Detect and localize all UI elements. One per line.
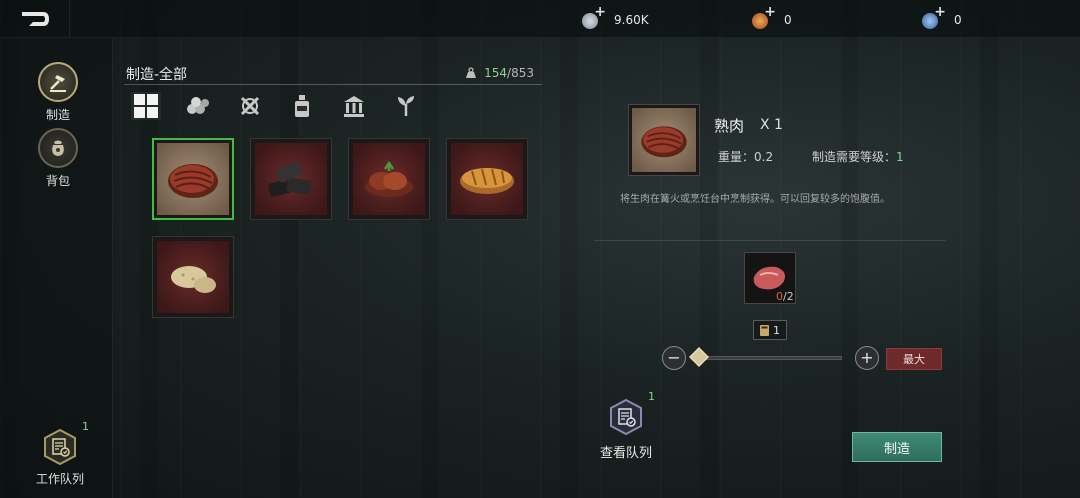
material-need: /2 — [783, 290, 794, 303]
weight-value: 0.2 — [754, 150, 774, 164]
gold-amount: 0 — [784, 13, 792, 27]
silver-amount: 9.60K — [614, 13, 649, 27]
gem-amount: 0 — [954, 13, 962, 27]
logs-icon — [187, 97, 209, 114]
selected-item-image — [628, 104, 700, 176]
calculator-icon — [760, 324, 769, 336]
work-queue-label: 工作队列 — [35, 472, 84, 486]
tab-materials[interactable] — [183, 92, 213, 120]
level-value: 1 — [896, 150, 904, 164]
tab-consumables[interactable] — [287, 92, 317, 120]
item-required-level: 制造需要等级：1 — [812, 148, 904, 165]
decrease-quantity-button[interactable]: − — [662, 346, 686, 370]
grilled-meat-icon — [353, 143, 425, 215]
material-count: 0/2 — [776, 290, 794, 303]
work-queue-badge: 1 — [82, 420, 89, 433]
tab-buildings[interactable] — [339, 92, 369, 120]
recipe-slot-grilled-meat[interactable] — [348, 138, 430, 220]
recipe-slot-potato[interactable] — [152, 236, 234, 318]
work-queue-button[interactable]: 1 工作队列 — [30, 420, 90, 487]
tab-special[interactable] — [391, 92, 421, 120]
max-quantity-button[interactable]: 最大 — [886, 348, 942, 370]
quantity-slider-thumb[interactable] — [689, 347, 709, 367]
item-weight: 重量：0.2 — [718, 148, 773, 165]
queue-list-icon: 1 — [607, 390, 655, 436]
left-sidebar: 制造 背包 1 工作队列 — [0, 38, 113, 498]
cooked-meat-icon — [632, 108, 696, 172]
view-queue-label: 查看队列 — [599, 446, 652, 461]
crafting-capacity: 154/853 — [464, 66, 534, 80]
item-description: 将生肉在篝火或烹饪台中烹制获得。可以回复较多的饱腹值。 — [620, 194, 890, 205]
capacity-current: 154 — [484, 66, 508, 80]
tab-all[interactable] — [131, 92, 161, 120]
quantity-display: 1 — [753, 320, 787, 340]
category-tabs — [131, 92, 421, 120]
increase-quantity-button[interactable]: + — [855, 346, 879, 370]
level-label: 制造需要等级： — [812, 150, 897, 164]
recipe-slot-cooked-meat[interactable] — [152, 138, 234, 220]
sidebar-item-backpack[interactable]: 背包 — [38, 128, 78, 189]
gold-medal-icon: + — [750, 4, 776, 31]
sidebar-item-crafting[interactable]: 制造 — [38, 62, 78, 123]
top-bar: + 9.60K + 0 + 0 — [0, 0, 1080, 38]
backpack-bag-icon — [38, 128, 78, 168]
back-button[interactable] — [0, 0, 70, 38]
tab-tools[interactable] — [235, 92, 265, 120]
bottle-icon — [295, 95, 309, 117]
plant-icon — [398, 96, 414, 116]
blue-gem-icon: + — [920, 4, 946, 31]
quantity-value: 1 — [773, 323, 780, 337]
sidebar-item-label: 制造 — [45, 108, 70, 122]
detail-divider — [594, 240, 946, 241]
item-name: 熟肉 — [714, 117, 745, 135]
charcoal-icon — [255, 143, 327, 215]
currency-gold[interactable]: + 0 — [750, 4, 792, 31]
quantity-slider-track[interactable] — [698, 356, 842, 360]
tools-icon — [240, 96, 260, 116]
recipe-slot-charcoal[interactable] — [250, 138, 332, 220]
material-have: 0 — [776, 290, 783, 303]
sidebar-item-label: 背包 — [45, 174, 70, 188]
potato-icon — [157, 241, 229, 313]
queue-badge: 1 — [648, 390, 655, 403]
crafting-title: 制造-全部 — [126, 67, 188, 83]
grid-all-icon — [134, 94, 158, 118]
recipe-slot-bread[interactable] — [446, 138, 528, 220]
weight-label: 重量： — [718, 150, 755, 164]
silver-coin-icon: + — [580, 4, 606, 31]
currency-silver[interactable]: + 9.60K — [580, 4, 649, 31]
title-divider — [124, 84, 542, 85]
crafting-hammer-icon — [38, 62, 78, 102]
capacity-total: 853 — [511, 66, 534, 80]
view-queue-button[interactable]: 1 查看队列 — [596, 390, 656, 461]
item-quantity: X 1 — [760, 117, 783, 133]
weight-icon — [466, 67, 477, 78]
back-arrow-icon — [21, 12, 49, 26]
cooked-meat-icon — [157, 143, 229, 215]
currency-gem[interactable]: + 0 — [920, 4, 962, 31]
building-icon — [344, 96, 364, 117]
queue-list-icon: 1 — [41, 420, 89, 466]
bread-icon — [451, 143, 523, 215]
craft-button[interactable]: 制造 — [852, 432, 942, 462]
